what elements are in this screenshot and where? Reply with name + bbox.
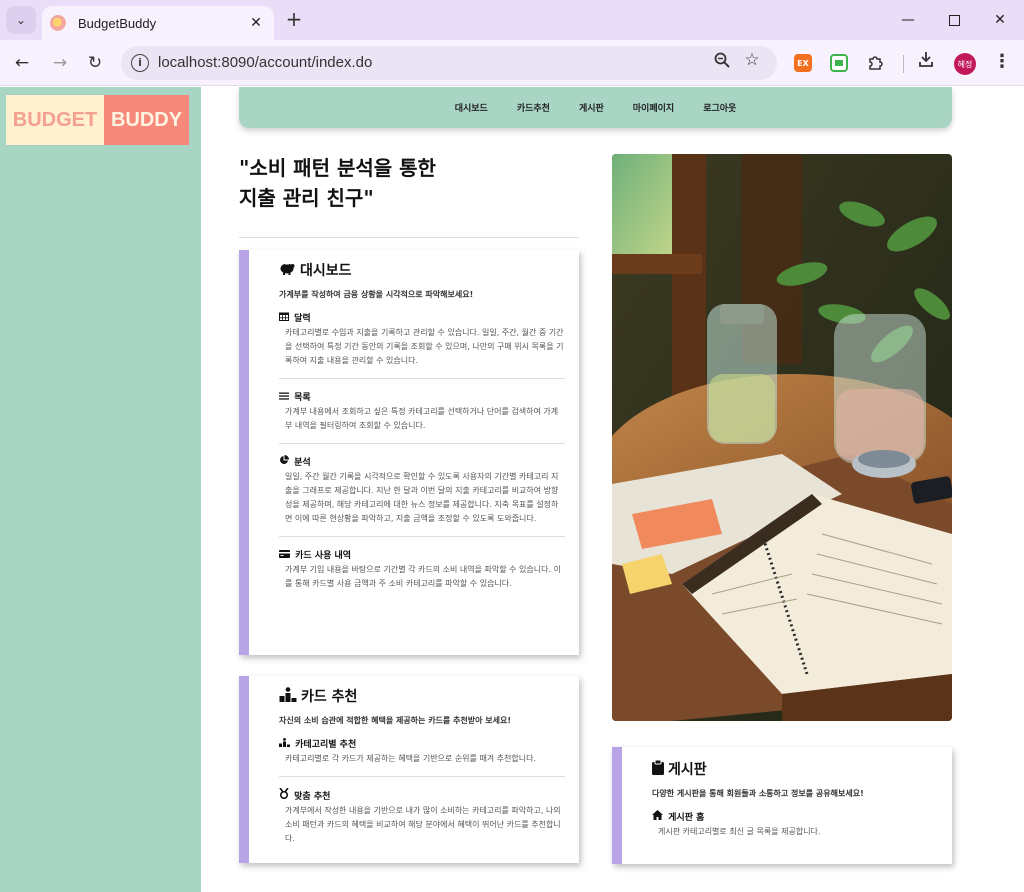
profile-avatar[interactable]: 혜정 [954, 53, 976, 75]
piggy-bank-icon [279, 261, 296, 279]
zoom-icon[interactable] [711, 52, 733, 74]
chevron-down-icon: ⌄ [15, 13, 27, 27]
custom-reco-section-title: 맞춤 추천 [279, 787, 565, 802]
favicon-icon [50, 15, 66, 31]
nav-mypage[interactable]: 마이페이지 [633, 101, 674, 114]
board-card-title: 게시판 [668, 762, 707, 778]
divider [279, 443, 565, 444]
browser-toolbar: ← → ↻ i localhost:8090/account/index.do … [0, 40, 1024, 86]
sidebar: BUDGET BUDDY [0, 87, 201, 892]
board-home-description: 게시판 카테고리별로 최신 글 목록을 제공합니다. [658, 827, 821, 836]
board-card[interactable]: 게시판 다양한 게시판을 통해 회원들과 소통하고 정보를 공유해보세요! 게시… [612, 747, 952, 864]
card-recommend-header: 카드 추천 [279, 686, 565, 706]
analysis-section-title: 분석 [279, 455, 565, 468]
nav-board[interactable]: 게시판 [579, 101, 604, 114]
dashboard-card[interactable]: 대시보드 가계부를 작성하여 금융 상황을 시각적으로 파악해보세요! 달력 카… [239, 250, 579, 655]
dashboard-card-title: 대시보드 [300, 263, 352, 279]
calendar-description: 카테고리별로 수입과 지출을 기록하고 관리할 수 있습니다. 일일, 주간, … [285, 328, 564, 365]
bookmark-star-icon[interactable]: ☆ [741, 50, 763, 72]
download-icon[interactable] [918, 51, 934, 72]
card-usage-title: 카드 사용 내역 [295, 551, 352, 561]
puzzle-extensions-icon[interactable] [866, 54, 884, 72]
pie-chart-icon [279, 455, 292, 468]
address-bar[interactable]: i localhost:8090/account/index.do ☆ [121, 46, 777, 80]
board-card-subtitle: 다양한 게시판을 통해 회원들과 소통하고 정보를 공유해보세요! [652, 789, 864, 798]
custom-reco-title: 맞춤 추천 [294, 792, 331, 802]
toolbar-divider [903, 55, 904, 73]
ranking-icon [279, 738, 293, 750]
calendar-icon [279, 312, 292, 324]
logo-buddy: BUDDY [104, 95, 189, 145]
window-close-icon[interactable]: ✕ [980, 6, 1020, 34]
browser-tab[interactable]: BudgetBuddy ✕ [42, 6, 274, 40]
page-content: BUDGET BUDDY 대시보드 카드추천 게시판 마이페이지 로그아웃 "소… [0, 87, 1024, 892]
logo[interactable]: BUDGET BUDDY [6, 95, 189, 145]
nav-logout[interactable]: 로그아웃 [703, 101, 736, 114]
dashboard-card-subtitle: 가계부를 작성하여 금융 상황을 시각적으로 파악해보세요! [279, 290, 474, 299]
ex-extension-icon[interactable]: EX [794, 54, 812, 72]
nav-card-recommend[interactable]: 카드추천 [517, 101, 550, 114]
analysis-description: 일일, 주간 월간 기록을 시각적으로 확인할 수 있도록 사용자의 기간별 카… [285, 472, 559, 523]
top-navigation: 대시보드 카드추천 게시판 마이페이지 로그아웃 [239, 87, 952, 128]
category-reco-section-title: 카테고리별 추천 [279, 737, 565, 750]
list-title: 목록 [294, 393, 311, 403]
maximize-icon[interactable] [934, 6, 974, 34]
board-home-title: 게시판 홈 [668, 813, 705, 823]
url-text[interactable]: localhost:8090/account/index.do [158, 54, 372, 71]
nav-dashboard[interactable]: 대시보드 [455, 101, 488, 114]
credit-card-icon [279, 550, 293, 561]
divider [239, 237, 579, 238]
list-section-title: 목록 [279, 390, 565, 403]
category-reco-title: 카테고리별 추천 [295, 740, 357, 750]
calendar-title: 달력 [294, 314, 311, 324]
tab-search-button[interactable]: ⌄ [6, 6, 36, 34]
tab-title: BudgetBuddy [78, 15, 157, 31]
reload-icon[interactable]: ↻ [81, 49, 109, 77]
page-title: "소비 패턴 분석을 통한 지출 관리 친구" [239, 153, 436, 213]
clipboard-icon [652, 759, 664, 779]
card-recommend-title: 카드 추천 [301, 689, 358, 705]
divider [279, 536, 565, 537]
green-extension-icon[interactable] [830, 54, 848, 72]
board-card-header: 게시판 [652, 759, 938, 779]
hero-line-1: "소비 패턴 분석을 통한 [239, 156, 436, 180]
card-usage-section-title: 카드 사용 내역 [279, 548, 565, 561]
minimize-icon[interactable]: — [888, 6, 928, 34]
board-home-section-title: 게시판 홈 [652, 810, 938, 823]
hero-line-2: 지출 관리 친구" [239, 186, 374, 210]
site-info-icon[interactable]: i [131, 54, 149, 72]
close-tab-icon[interactable]: ✕ [246, 13, 266, 33]
card-usage-description: 가계부 기입 내용을 바탕으로 기간별 각 카드의 소비 내역을 파악할 수 있… [285, 565, 561, 588]
home-icon [652, 810, 666, 823]
back-arrow-icon[interactable]: ← [8, 49, 36, 77]
browser-tab-strip: ⌄ BudgetBuddy ✕ + — ✕ [0, 0, 1024, 40]
more-menu-icon[interactable]: ⋮ [993, 51, 1011, 72]
list-description: 가계부 내용에서 조회하고 싶은 특정 카테고리를 선택하거나 단어를 검색하여… [285, 407, 559, 430]
new-tab-button[interactable]: + [282, 8, 306, 32]
hero-illustration [612, 154, 952, 721]
logo-budget: BUDGET [6, 95, 104, 145]
divider [279, 378, 565, 379]
divider [279, 776, 565, 777]
card-recommend-subtitle: 자신의 소비 습관에 적합한 혜택을 제공하는 카드를 추천받아 보세요! [279, 716, 512, 725]
forward-arrow-icon[interactable]: → [46, 49, 74, 77]
ranking-icon [279, 686, 297, 706]
card-recommend-card[interactable]: 카드 추천 자신의 소비 습관에 적합한 혜택을 제공하는 카드를 추천받아 보… [239, 676, 579, 863]
list-icon [279, 392, 292, 403]
dashboard-card-header: 대시보드 [279, 260, 565, 280]
category-reco-description: 카테고리별로 각 카드가 제공하는 혜택을 기반으로 순위를 매겨 추천합니다. [285, 754, 537, 763]
analysis-title: 분석 [294, 458, 311, 468]
custom-reco-description: 가계부에서 작성한 내용을 기반으로 내가 많이 소비하는 카테고리를 파악하고… [285, 806, 561, 843]
medal-icon [279, 787, 292, 802]
calendar-section-title: 달력 [279, 311, 565, 324]
